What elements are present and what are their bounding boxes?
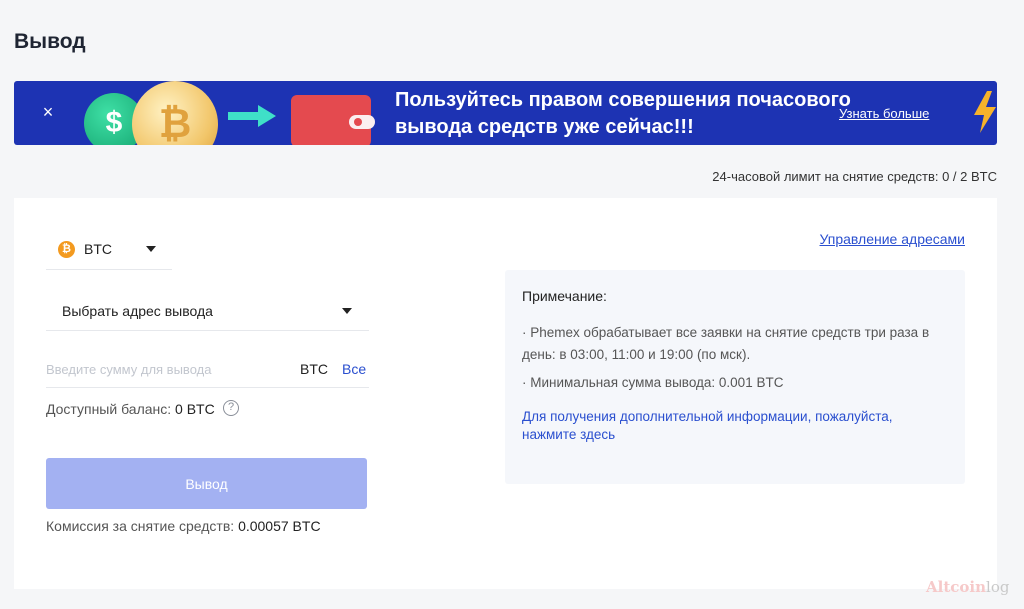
lightning-icon (974, 91, 996, 133)
available-balance: Доступный баланс: 0 BTC (46, 401, 215, 417)
wallet-icon (291, 88, 375, 145)
bitcoin-icon: ₿ (58, 241, 75, 258)
coin-select-value: BTC (84, 241, 112, 257)
caret-down-icon (146, 246, 156, 252)
withdrawal-limit-text: 24-часовой лимит на снятие средств: 0 / … (712, 169, 997, 184)
caret-down-icon (342, 308, 352, 314)
manage-addresses-link[interactable]: Управление адресами (820, 231, 965, 247)
note-title: Примечание: (522, 288, 607, 304)
withdrawal-fee: Комиссия за снятие средств: 0.00057 BTC (46, 518, 321, 534)
coin-select[interactable]: ₿ BTC (46, 237, 172, 270)
bitcoin-coin-icon: ₿ (132, 81, 218, 145)
amount-input[interactable] (46, 358, 276, 380)
promo-banner: × $ ₿ Пользуйтесь правом совершения поча… (14, 81, 997, 145)
close-icon[interactable]: × (40, 102, 56, 122)
learn-more-link[interactable]: Узнать больше (839, 106, 929, 121)
note-panel: Примечание: · Phemex обрабатывает все за… (505, 270, 965, 484)
help-icon[interactable]: ? (223, 400, 239, 416)
arrow-right-icon (228, 105, 276, 127)
watermark-part1: Altcoin (926, 578, 987, 596)
amount-unit: BTC (300, 361, 328, 377)
address-select-label: Выбрать адрес вывода (62, 303, 213, 319)
watermark-part2: log (986, 578, 1010, 596)
amount-field-row: BTC Все (46, 352, 369, 388)
fee-value: 0.00057 BTC (238, 518, 321, 534)
balance-label: Доступный баланс: (46, 401, 172, 417)
note-minimum-amount: · Минимальная сумма вывода: 0.001 BTC (522, 375, 784, 390)
fee-label: Комиссия за снятие средств: (46, 518, 235, 534)
watermark-logo: Altcoinlog (926, 578, 1009, 596)
more-info-link[interactable]: Для получения дополнительной информации,… (522, 408, 942, 444)
withdraw-button[interactable]: Вывод (46, 458, 367, 509)
all-button[interactable]: Все (342, 361, 366, 377)
page-title: Вывод (14, 30, 86, 53)
balance-value: 0 BTC (175, 401, 215, 417)
note-processing-times: · Phemex обрабатывает все заявки на снят… (522, 325, 930, 362)
address-select[interactable]: Выбрать адрес вывода (46, 293, 369, 331)
